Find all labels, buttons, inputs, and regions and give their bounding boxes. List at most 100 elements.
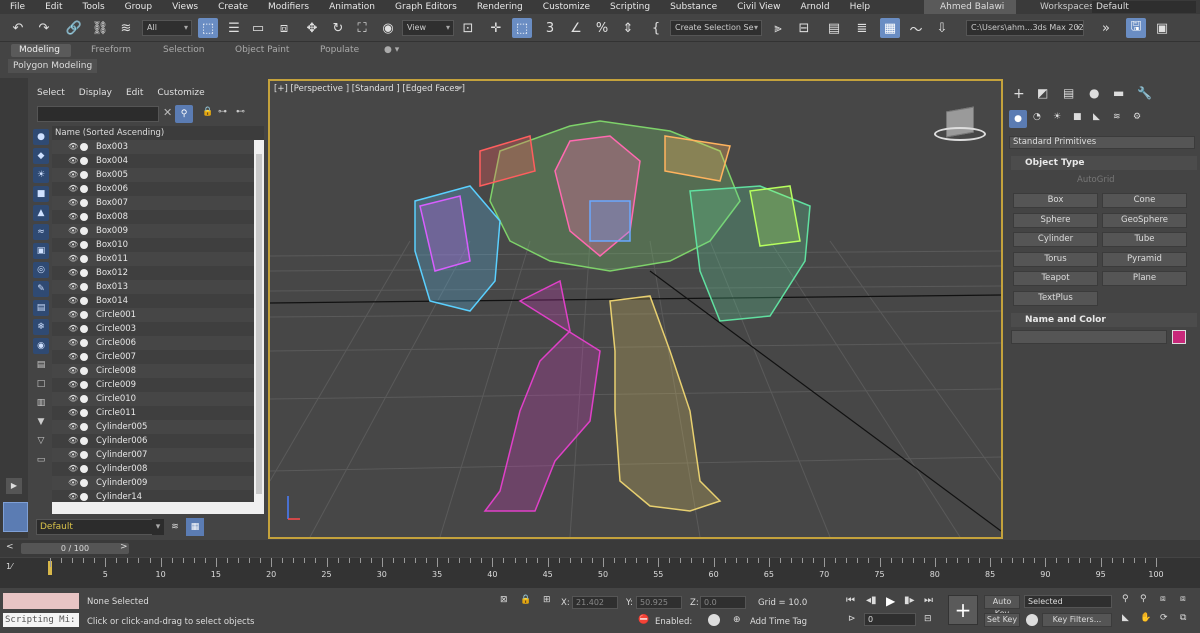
select-by-name-icon[interactable]: ☰ bbox=[224, 18, 244, 38]
maximize-viewport-icon[interactable]: ⧉ bbox=[1180, 613, 1186, 623]
display-tab-icon[interactable]: ▬ bbox=[1113, 86, 1124, 100]
tab-freeform[interactable]: Freeform bbox=[83, 44, 139, 57]
field-of-view-icon[interactable]: ◣ bbox=[1122, 613, 1129, 623]
primitive-sphere-button[interactable]: Sphere bbox=[1013, 212, 1098, 228]
time-config-icon[interactable]: ⊟ bbox=[924, 614, 932, 624]
track-bar[interactable]: 1⁄ 5 10 15 20 25 30 35 40 45 50 55 60 65 70 75 80 85 90 95… bbox=[0, 558, 1200, 588]
rotate-icon[interactable]: ↻ bbox=[328, 18, 348, 38]
align-icon[interactable]: ⊟ bbox=[794, 18, 814, 38]
zoom-all-icon[interactable]: ⚲ bbox=[1140, 594, 1147, 604]
place-icon[interactable]: ◉ bbox=[378, 18, 398, 38]
freeze-dot-icon[interactable] bbox=[80, 451, 88, 459]
time-slider-prev-icon[interactable]: < bbox=[6, 542, 14, 552]
list-item[interactable]: 👁 Cylinder005 bbox=[52, 420, 264, 434]
schematic-view-icon[interactable]: ⇩ bbox=[932, 18, 952, 38]
time-slider-handle[interactable]: 0 / 100 bbox=[21, 543, 129, 554]
xrefs-filter-icon[interactable]: ◎ bbox=[33, 262, 49, 278]
list-item[interactable]: 👁 Circle011 bbox=[52, 406, 264, 420]
list-item[interactable]: 👁 Cylinder006 bbox=[52, 434, 264, 448]
menu-item-group[interactable]: Group bbox=[115, 2, 162, 12]
lock-selection-icon[interactable]: 🔒 bbox=[520, 595, 531, 605]
freeze-dot-icon[interactable] bbox=[80, 423, 88, 431]
key-filters-dot[interactable] bbox=[1026, 614, 1038, 626]
freeze-dot-icon[interactable] bbox=[80, 353, 88, 361]
freeze-dot-icon[interactable] bbox=[80, 185, 88, 193]
primitive-textplus-button[interactable]: TextPlus bbox=[1013, 290, 1098, 306]
container-icon[interactable]: ▭ bbox=[33, 452, 49, 468]
angle-snap-icon[interactable]: ∠ bbox=[566, 18, 586, 38]
list-item[interactable]: 👁 Cylinder009 bbox=[52, 476, 264, 490]
project-folder-dropdown[interactable]: C:\Users\ahm...3ds Max 2023 bbox=[966, 20, 1084, 36]
curve-editor-icon[interactable]: 〜 bbox=[906, 18, 926, 38]
visibility-eye-icon[interactable]: 👁 bbox=[68, 476, 78, 490]
lock-icon[interactable]: 🔒 bbox=[202, 107, 213, 117]
current-frame-field[interactable]: 0 bbox=[864, 613, 916, 626]
track-bar-menu-icon[interactable]: 1⁄ bbox=[6, 562, 12, 571]
object-type-rollout[interactable]: Object Type bbox=[1011, 156, 1197, 170]
filter-icon[interactable]: ⚲ bbox=[175, 105, 193, 123]
freeze-dot-icon[interactable] bbox=[80, 325, 88, 333]
link-icon[interactable]: 🔗 bbox=[64, 18, 84, 38]
helpers-filter-icon[interactable]: ▲ bbox=[33, 205, 49, 221]
freeze-dot-icon[interactable] bbox=[80, 269, 88, 277]
hierarchy-icon[interactable]: ⊶ bbox=[218, 107, 227, 117]
menu-item-views[interactable]: Views bbox=[162, 2, 208, 12]
list-item[interactable]: 👁 Cylinder007 bbox=[52, 448, 264, 462]
freeze-dot-icon[interactable] bbox=[80, 157, 88, 165]
freeze-dot-icon[interactable] bbox=[80, 213, 88, 221]
list-item[interactable]: 👁 Box006 bbox=[52, 182, 264, 196]
visibility-eye-icon[interactable]: 👁 bbox=[68, 210, 78, 224]
list-item[interactable]: 👁 Circle003 bbox=[52, 322, 264, 336]
reference-coordinate-dropdown[interactable]: View bbox=[402, 20, 454, 36]
zoom-extents-all-icon[interactable]: ⧈ bbox=[1180, 594, 1186, 604]
visibility-eye-icon[interactable]: 👁 bbox=[68, 322, 78, 336]
render-setup-icon[interactable]: ▣ bbox=[1152, 18, 1172, 38]
add-time-tag-label[interactable]: Add Time Tag bbox=[750, 617, 807, 627]
list-item[interactable]: 👁 Box004 bbox=[52, 154, 264, 168]
named-selection-set-dropdown[interactable]: Create Selection Se bbox=[670, 20, 762, 36]
freeze-dot-icon[interactable] bbox=[80, 395, 88, 403]
list-item[interactable]: 👁 Box011 bbox=[52, 252, 264, 266]
freeze-dot-icon[interactable] bbox=[80, 171, 88, 179]
list-item[interactable]: 👁 Circle001 bbox=[52, 308, 264, 322]
menu-item-edit[interactable]: Edit bbox=[35, 2, 72, 12]
tab-populate[interactable]: Populate bbox=[312, 44, 367, 57]
expand-icon[interactable]: ▶ bbox=[6, 478, 22, 494]
list-item[interactable]: 👁 Circle007 bbox=[52, 350, 264, 364]
zoom-icon[interactable]: ⚲ bbox=[1122, 594, 1129, 604]
menu-item-modifiers[interactable]: Modifiers bbox=[258, 2, 319, 12]
list-item[interactable]: 👁 Box003 bbox=[52, 140, 264, 154]
list-item[interactable]: 👁 Box013 bbox=[52, 280, 264, 294]
toggle-ribbon-icon[interactable]: ▦ bbox=[880, 18, 900, 38]
prev-frame-icon[interactable]: ◂▮ bbox=[866, 595, 877, 606]
invert-display-icon[interactable]: ▥ bbox=[33, 395, 49, 411]
auto-key-button[interactable]: Auto Key bbox=[984, 595, 1020, 618]
layers-icon[interactable]: ≋ bbox=[168, 519, 182, 535]
visibility-eye-icon[interactable]: 👁 bbox=[68, 294, 78, 308]
spinner-snap-icon[interactable]: ⇕ bbox=[618, 18, 638, 38]
freeze-dot-icon[interactable] bbox=[80, 227, 88, 235]
list-item[interactable]: 👁 Box009 bbox=[52, 224, 264, 238]
subtab-polygon-modeling[interactable]: Polygon Modeling bbox=[8, 59, 98, 73]
freeze-dot-icon[interactable] bbox=[80, 437, 88, 445]
visibility-eye-icon[interactable]: 👁 bbox=[68, 378, 78, 392]
primitive-geosphere-button[interactable]: GeoSphere bbox=[1102, 212, 1187, 228]
time-tag-icon[interactable]: ⛔ bbox=[638, 615, 649, 625]
primitive-cone-button[interactable]: Cone bbox=[1102, 193, 1187, 208]
list-item[interactable]: 👁 Box010 bbox=[52, 238, 264, 252]
visibility-eye-icon[interactable]: 👁 bbox=[68, 308, 78, 322]
visibility-eye-icon[interactable]: 👁 bbox=[68, 364, 78, 378]
list-item[interactable]: 👁 Box014 bbox=[52, 294, 264, 308]
list-horizontal-scrollbar[interactable] bbox=[52, 502, 264, 514]
rect-selection-icon[interactable]: ▭ bbox=[248, 18, 268, 38]
freeze-dot-icon[interactable] bbox=[80, 339, 88, 347]
create-tab-icon[interactable]: + bbox=[1013, 86, 1025, 102]
filter-funnel-icon[interactable]: ▼ bbox=[33, 414, 49, 430]
pan-icon[interactable]: ✋ bbox=[1140, 613, 1151, 623]
freeze-dot-icon[interactable] bbox=[80, 255, 88, 263]
freeze-dot-icon[interactable] bbox=[80, 143, 88, 151]
spacewarps-filter-icon[interactable]: ≈ bbox=[33, 224, 49, 240]
add-time-tag-icon[interactable]: ⊕ bbox=[733, 615, 741, 625]
save-icon[interactable]: 🖫 bbox=[1126, 18, 1146, 38]
primitive-box-button[interactable]: Box bbox=[1013, 193, 1098, 208]
